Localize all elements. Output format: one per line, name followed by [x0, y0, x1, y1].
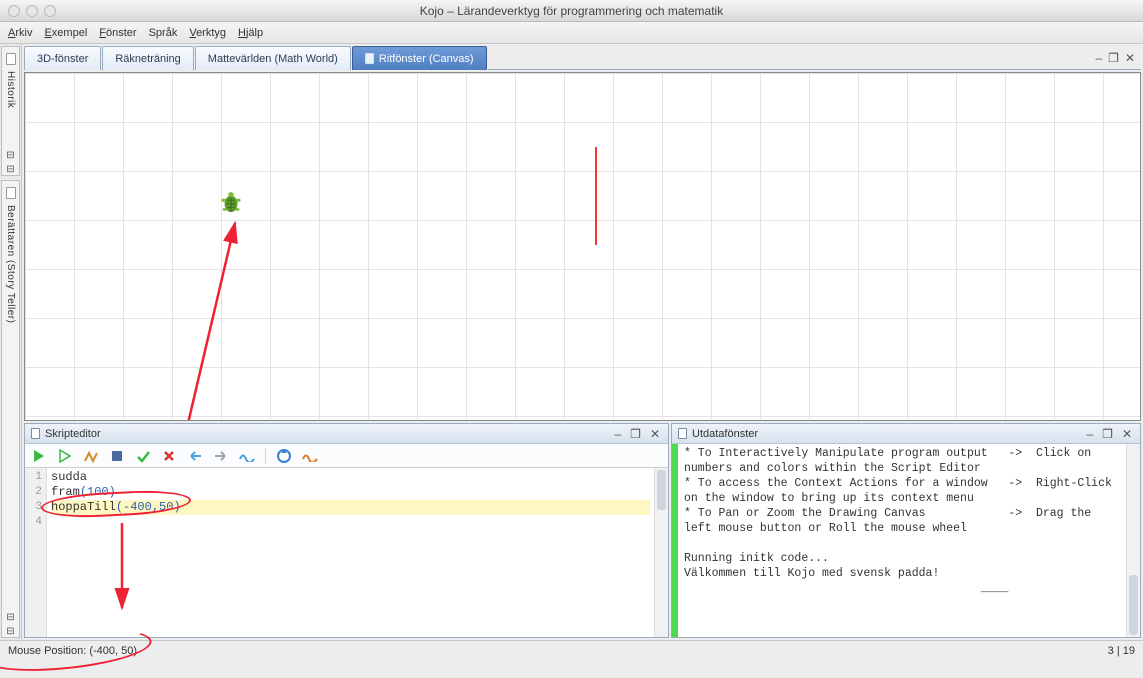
sidepanel-historik[interactable]: Historik ⊟ ⊟	[1, 46, 20, 176]
squiggle-button[interactable]	[239, 448, 255, 464]
squiggle2-button[interactable]	[302, 448, 318, 464]
reset-button[interactable]	[276, 448, 292, 464]
document-icon	[6, 187, 16, 199]
restore-button[interactable]: ❐	[1100, 427, 1115, 441]
restore-button[interactable]: ❐	[628, 427, 643, 441]
window-titlebar: Kojo – Lärandeverktyg för programmering …	[0, 0, 1143, 22]
document-icon	[31, 428, 40, 439]
pin2-icon[interactable]: ⊟	[6, 627, 14, 637]
pin-icon[interactable]: ⊟	[6, 613, 14, 623]
drawing-canvas[interactable]	[24, 72, 1141, 421]
side-column: Historik ⊟ ⊟ Berättaren (Story Teller) ⊟…	[0, 44, 22, 640]
status-bar: Mouse Position: (-400, 50) 3 | 19	[0, 640, 1143, 660]
sidepanel-storyteller[interactable]: Berättaren (Story Teller) ⊟ ⊟	[1, 180, 20, 638]
document-icon	[6, 53, 16, 65]
editor-gutter: 1234	[25, 468, 47, 637]
menu-hjalp[interactable]: Hjälp	[238, 27, 263, 39]
annotation-arrow	[107, 523, 137, 618]
restore-button[interactable]: ❐	[1108, 51, 1119, 65]
sidepanel-label: Berättaren (Story Teller)	[5, 205, 16, 323]
tab-matte[interactable]: Mattevärlden (Math World)	[195, 46, 351, 70]
script-editor-panel: Skripteditor – ❐ ✕	[24, 423, 669, 638]
editor-scrollbar[interactable]	[654, 468, 668, 637]
minimize-button[interactable]: –	[612, 427, 623, 441]
stop-button[interactable]	[109, 448, 125, 464]
pin2-icon[interactable]: ⊟	[6, 165, 14, 175]
menu-fonster[interactable]: Fönster	[99, 27, 136, 39]
close-button[interactable]: ✕	[648, 427, 662, 441]
close-button[interactable]: ✕	[1125, 51, 1135, 65]
tab-rakne[interactable]: Räkneträning	[102, 46, 193, 70]
tabs: 3D-fönster Räkneträning Mattevärlden (Ma…	[24, 46, 1141, 70]
sidepanel-label: Historik	[5, 71, 16, 108]
trace-button[interactable]	[83, 448, 99, 464]
tab-window-controls: – ❐ ✕	[1089, 46, 1141, 70]
minimize-button[interactable]: –	[1095, 51, 1102, 65]
panel-title: Utdatafönster	[692, 428, 758, 440]
document-icon	[678, 428, 687, 439]
menu-sprak[interactable]: Språk	[149, 27, 178, 39]
output-scrollbar[interactable]	[1126, 444, 1140, 637]
run-button[interactable]	[31, 448, 47, 464]
check-button[interactable]	[135, 448, 151, 464]
output-text[interactable]: * To Interactively Manipulate program ou…	[678, 444, 1126, 637]
drawn-line	[595, 147, 597, 245]
cursor-position: 3 | 19	[1108, 645, 1135, 657]
document-icon	[365, 53, 374, 64]
panel-title: Skripteditor	[45, 428, 101, 440]
canvas-grid	[25, 73, 1140, 420]
pin-icon[interactable]: ⊟	[6, 151, 14, 161]
menu-exempel[interactable]: Exempel	[44, 27, 87, 39]
undo-button[interactable]	[187, 448, 203, 464]
tab-canvas[interactable]: Ritfönster (Canvas)	[352, 46, 487, 70]
output-panel: Utdatafönster – ❐ ✕ * To Interactively M…	[671, 423, 1141, 638]
turtle-icon	[220, 191, 242, 218]
editor-toolbar	[25, 444, 668, 468]
close-button[interactable]: ✕	[1120, 427, 1134, 441]
clear-button[interactable]	[161, 448, 177, 464]
minimize-button[interactable]: –	[1084, 427, 1095, 441]
tab-3d[interactable]: 3D-fönster	[24, 46, 101, 70]
menubar: AArkivrkiv Exempel Fönster Språk Verktyg…	[0, 22, 1143, 44]
run-outline-button[interactable]	[57, 448, 73, 464]
code-editor[interactable]: 1234 sudda fram(100) hoppaTill(-400,50)	[25, 468, 668, 637]
code-area[interactable]: sudda fram(100) hoppaTill(-400,50)	[47, 468, 654, 637]
menu-arkiv[interactable]: AArkivrkiv	[8, 27, 32, 39]
menu-verktyg[interactable]: Verktyg	[189, 27, 226, 39]
window-title: Kojo – Lärandeverktyg för programmering …	[0, 4, 1143, 18]
redo-button[interactable]	[213, 448, 229, 464]
